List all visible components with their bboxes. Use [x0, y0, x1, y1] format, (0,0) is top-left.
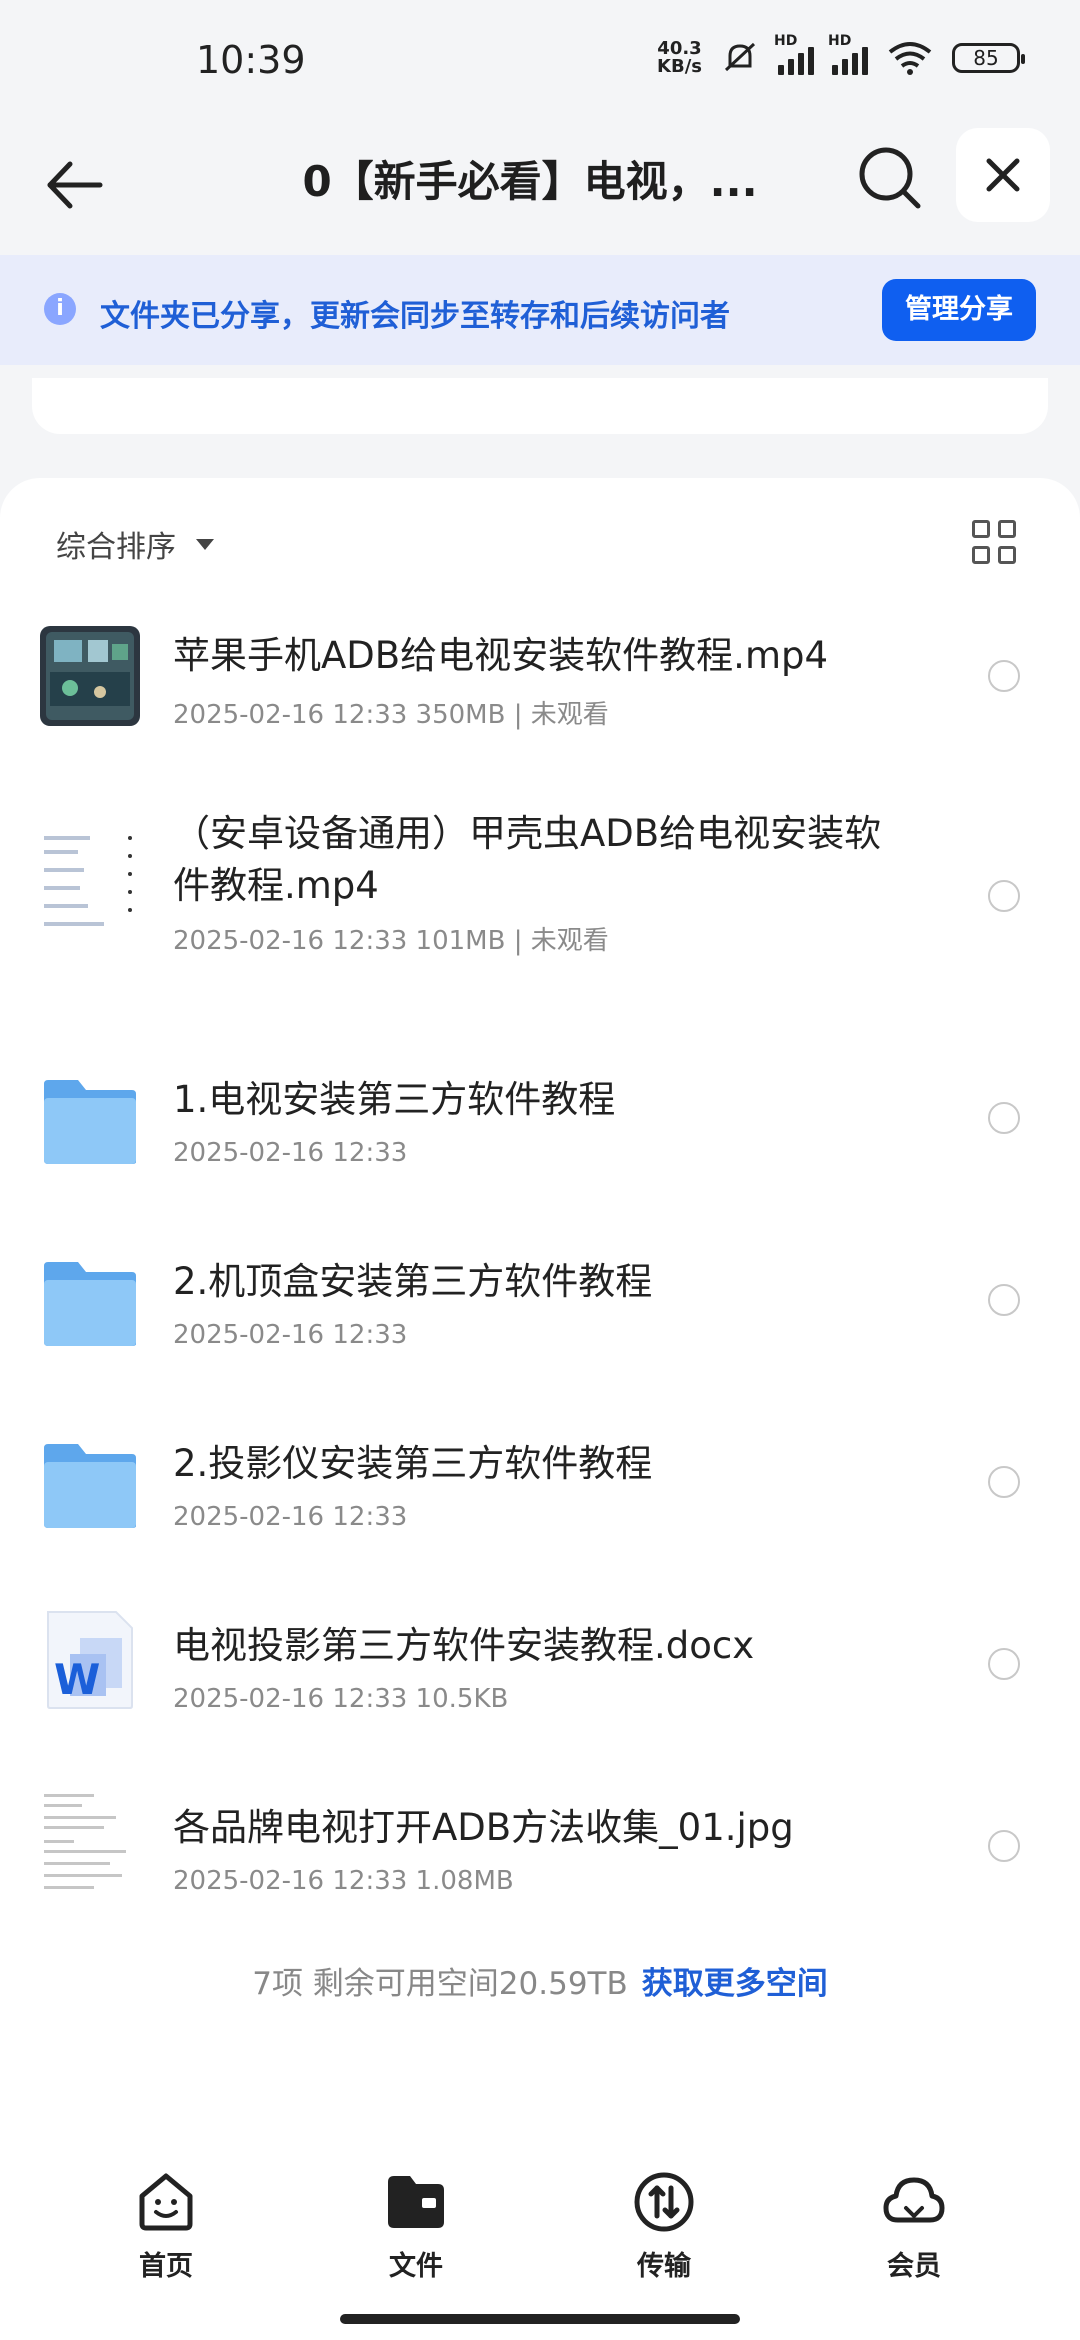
file-name: 电视投影第三方软件安装教程.docx: [173, 1624, 755, 1667]
file-name: 苹果手机ADB给电视安装软件教程.mp4: [173, 634, 829, 677]
file-name: 各品牌电视打开ADB方法收集_01.jpg: [173, 1806, 794, 1849]
file-name: 2.投影仪安装第三方软件教程: [173, 1442, 653, 1485]
transfer-icon: [634, 2172, 694, 2232]
file-name: 1.电视安装第三方软件教程: [173, 1078, 616, 1121]
file-meta: 2025-02-16 12:33: [173, 1138, 408, 1168]
folder-icon: [44, 1444, 136, 1528]
list-item[interactable]: 各品牌电视打开ADB方法收集_01.jpg 2025-02-16 12:33 1…: [0, 1754, 1080, 1936]
image-thumbnail-icon: [40, 1790, 140, 1896]
file-name: （安卓设备通用）甲壳虫ADB给电视安装软件教程.mp4: [173, 812, 882, 907]
video-thumbnail-icon: [40, 626, 140, 726]
file-list-panel: 综合排序 苹果手机ADB给电视安装软件教程.mp4 2025-02-16 12:…: [0, 478, 1080, 2178]
nav-transfer[interactable]: 传输: [594, 2170, 734, 2283]
file-meta: 2025-02-16 12:33 101MB | 未观看: [173, 926, 609, 956]
network-speed: 40.3 KB/s: [657, 38, 702, 77]
storage-summary: 7项 剩余可用空间20.59TB 获取更多空间: [0, 1958, 1080, 2003]
smiley-home-icon: [139, 2173, 193, 2231]
nav-member-label: 会员: [887, 2251, 941, 2282]
info-icon: i: [44, 293, 76, 325]
mute-icon: [724, 42, 756, 72]
nav-files[interactable]: 文件: [346, 2170, 486, 2283]
manage-share-button[interactable]: 管理分享: [882, 279, 1036, 341]
collapsed-card: [32, 378, 1048, 434]
storage-summary-text: 7项 剩余可用空间20.59TB: [252, 1966, 628, 2002]
select-radio[interactable]: [988, 660, 1020, 692]
nav-files-label: 文件: [389, 2251, 443, 2282]
status-icons: 40.3 KB/s HD HD 85: [657, 33, 1025, 77]
search-icon[interactable]: [854, 142, 926, 214]
file-meta: 2025-02-16 12:33 350MB | 未观看: [173, 700, 609, 730]
file-name: 2.机顶盒安装第三方软件教程: [173, 1260, 653, 1303]
share-banner: i 文件夹已分享，更新会同步至转存和后续访问者 管理分享: [0, 255, 1080, 365]
close-icon: [986, 158, 1020, 192]
select-radio[interactable]: [988, 880, 1020, 912]
folder-files-icon: [388, 2176, 444, 2228]
caret-down-icon: [196, 538, 214, 550]
close-button[interactable]: [956, 128, 1050, 222]
select-radio[interactable]: [988, 1102, 1020, 1134]
file-meta: 2025-02-16 12:33: [173, 1502, 408, 1532]
list-item[interactable]: 苹果手机ADB给电视安装软件教程.mp4 2025-02-16 12:33 35…: [0, 586, 1080, 786]
folder-icon: [44, 1262, 136, 1346]
wifi-icon: [888, 42, 932, 75]
top-app-bar: 0【新手必看】电视，...: [0, 120, 1080, 255]
page-title: 0【新手必看】电视，...: [302, 157, 758, 206]
list-item[interactable]: （安卓设备通用）甲壳虫ADB给电视安装软件教程.mp4 2025-02-16 1…: [0, 786, 1080, 1026]
list-item[interactable]: W 电视投影第三方软件安装教程.docx 2025-02-16 12:33 10…: [0, 1572, 1080, 1754]
word-document-icon: W: [47, 1611, 133, 1709]
grid-view-icon[interactable]: [972, 520, 1016, 564]
back-arrow-icon[interactable]: [40, 150, 110, 220]
file-meta: 2025-02-16 12:33 1.08MB: [173, 1866, 514, 1896]
file-meta: 2025-02-16 12:33 10.5KB: [173, 1684, 509, 1714]
bottom-navigation: 首页 文件 传输 会员: [0, 2150, 1080, 2340]
list-item[interactable]: 2.投影仪安装第三方软件教程 2025-02-16 12:33: [0, 1390, 1080, 1572]
list-item[interactable]: 2.机顶盒安装第三方软件教程 2025-02-16 12:33: [0, 1208, 1080, 1390]
status-bar: 10:39 40.3 KB/s HD HD 85: [0, 0, 1080, 120]
home-indicator[interactable]: [340, 2314, 740, 2324]
select-radio[interactable]: [988, 1648, 1020, 1680]
document-thumbnail-icon: [40, 828, 140, 932]
select-radio[interactable]: [988, 1284, 1020, 1316]
svg-text:W: W: [54, 1655, 100, 1704]
nav-transfer-label: 传输: [637, 2251, 691, 2282]
nav-member[interactable]: 会员: [844, 2170, 984, 2283]
select-radio[interactable]: [988, 1830, 1020, 1862]
select-radio[interactable]: [988, 1466, 1020, 1498]
signal-1-icon: HD: [774, 33, 814, 75]
sort-selector[interactable]: 综合排序: [56, 522, 214, 566]
battery-icon: 85: [952, 43, 1025, 73]
signal-2-icon: HD: [828, 33, 868, 75]
sort-label: 综合排序: [56, 530, 176, 565]
folder-icon: [44, 1080, 136, 1164]
get-more-space-link[interactable]: 获取更多空间: [642, 1966, 828, 2002]
share-banner-text: 文件夹已分享，更新会同步至转存和后续访问者: [100, 299, 730, 334]
file-meta: 2025-02-16 12:33: [173, 1320, 408, 1350]
list-item[interactable]: 1.电视安装第三方软件教程 2025-02-16 12:33: [0, 1026, 1080, 1208]
cloud-member-icon: [883, 2177, 945, 2223]
nav-home-label: 首页: [139, 2251, 193, 2282]
nav-home[interactable]: 首页: [96, 2170, 236, 2283]
status-time: 10:39: [196, 38, 306, 82]
